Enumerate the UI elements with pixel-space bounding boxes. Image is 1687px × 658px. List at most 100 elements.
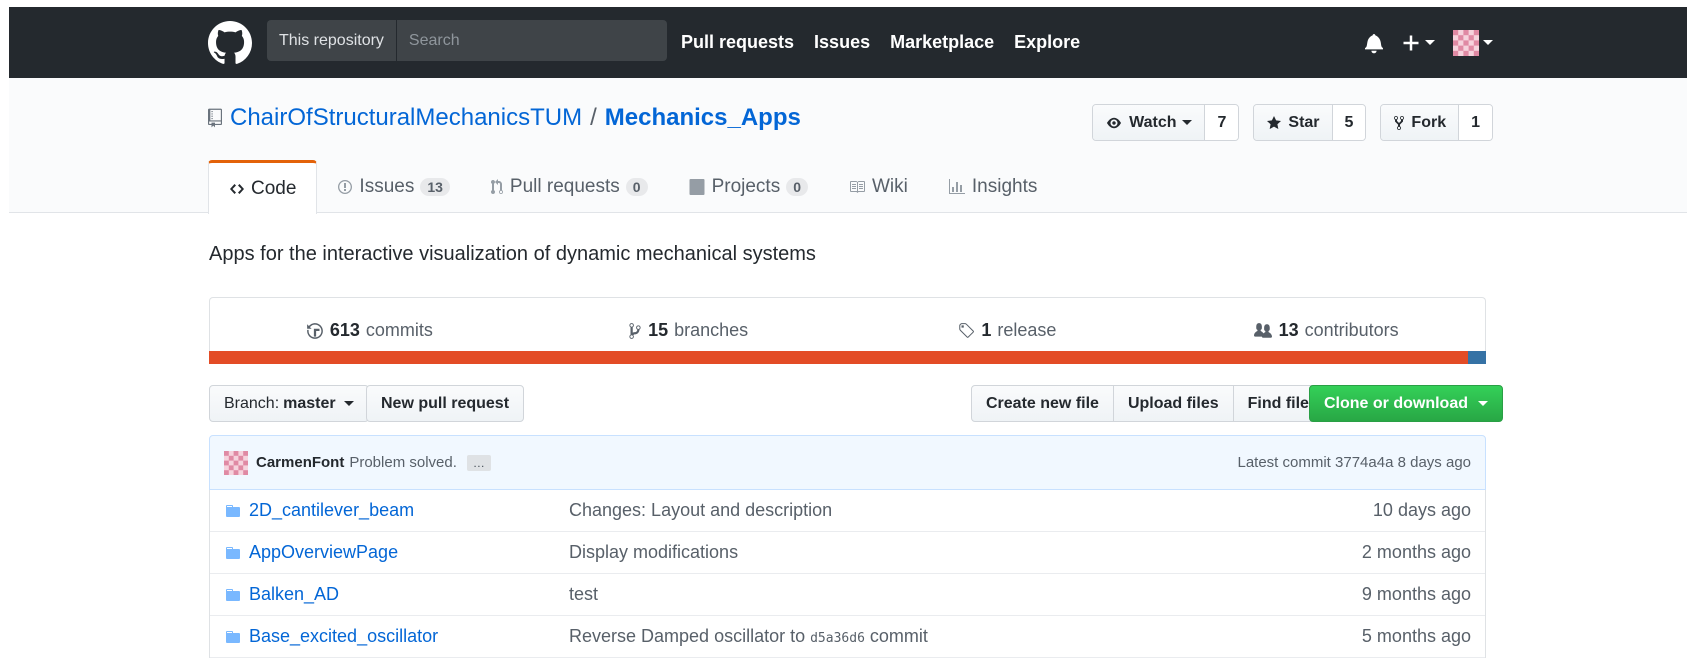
nav-pull-requests[interactable]: Pull requests <box>681 32 794 53</box>
tab-projects[interactable]: Projects 0 <box>668 160 828 213</box>
repo-icon <box>208 108 222 128</box>
message-text: Changes: Layout and description <box>569 500 833 520</box>
search-box: This repository <box>267 20 667 61</box>
create-new-file-button[interactable]: Create new file <box>971 385 1114 422</box>
global-header: This repository Pull requests Issues Mar… <box>9 7 1687 78</box>
create-new-dropdown[interactable] <box>1401 33 1435 53</box>
issues-counter: 13 <box>420 177 450 196</box>
commit-message-link[interactable]: Problem solved. <box>349 454 457 471</box>
nav-marketplace[interactable]: Marketplace <box>890 32 994 53</box>
repo-name-link[interactable]: Mechanics_Apps <box>605 104 801 132</box>
watch-group: Watch 7 <box>1092 104 1240 141</box>
contributors-label: contributors <box>1304 320 1399 340</box>
branches-label: branches <box>674 320 749 340</box>
commit-sha: d5a36d6 <box>810 631 865 646</box>
repo-title: ChairOfStructuralMechanicsTUM / Mechanic… <box>208 104 801 132</box>
issue-icon <box>338 179 353 194</box>
commit-sha-link[interactable]: 3774a4a <box>1335 454 1393 471</box>
tab-code[interactable]: Code <box>208 160 318 214</box>
header-user-actions <box>1365 7 1493 78</box>
tab-label: Code <box>251 177 297 199</box>
branches-count: 15 <box>648 320 669 340</box>
repo-description: Apps for the interactive visualization o… <box>209 243 816 265</box>
file-name-link[interactable]: Balken_AD <box>249 584 569 605</box>
star-button[interactable]: Star <box>1254 105 1333 140</box>
message-text: Display modifications <box>569 542 739 562</box>
repo-tabs: Code Issues 13 Pull requests 0 Projects … <box>208 160 1057 214</box>
graph-icon <box>948 178 965 194</box>
tab-pull-requests[interactable]: Pull requests 0 <box>470 160 668 213</box>
branch-prefix: Branch: <box>224 394 280 412</box>
fork-count[interactable]: 1 <box>1459 105 1492 140</box>
message-suffix: commit <box>864 626 928 646</box>
file-list: 2D_cantilever_beam Changes: Layout and d… <box>209 490 1486 658</box>
file-name-link[interactable]: Base_excited_oscillator <box>249 626 569 647</box>
clone-or-download-button[interactable]: Clone or download <box>1309 385 1503 422</box>
watch-button[interactable]: Watch <box>1093 105 1206 140</box>
user-menu-dropdown[interactable] <box>1453 29 1493 56</box>
new-pull-request-button[interactable]: New pull request <box>366 385 525 422</box>
search-scope-label: This repository <box>267 20 397 61</box>
avatar[interactable] <box>224 450 248 475</box>
message-text: Reverse Damped oscillator to <box>569 626 811 646</box>
file-commit-message[interactable]: Reverse Damped oscillator to d5a36d6 com… <box>569 626 1362 647</box>
table-row: 2D_cantilever_beam Changes: Layout and d… <box>210 490 1485 532</box>
tab-insights[interactable]: Insights <box>928 160 1057 213</box>
branch-select-button[interactable]: Branch: master <box>209 385 369 422</box>
search-input[interactable] <box>396 20 667 61</box>
language-bar[interactable] <box>209 351 1486 364</box>
file-age: 10 days ago <box>1372 500 1471 520</box>
projects-counter: 0 <box>786 177 808 196</box>
watch-label: Watch <box>1129 113 1177 131</box>
chevron-down-icon <box>1182 120 1193 125</box>
repo-header: ChairOfStructuralMechanicsTUM / Mechanic… <box>9 78 1687 214</box>
fork-icon <box>1394 115 1405 130</box>
repo-actions: Watch 7 Star 5 Fork 1 <box>1092 104 1493 141</box>
file-actions: Create new file Upload files Find file <box>971 385 1324 422</box>
commit-author-link[interactable]: CarmenFont <box>256 454 344 471</box>
project-icon <box>689 178 705 195</box>
folder-icon <box>226 588 240 601</box>
bell-icon[interactable] <box>1365 32 1383 54</box>
file-commit-message[interactable]: Display modifications <box>569 542 1362 563</box>
tab-label: Projects <box>711 175 781 197</box>
star-label: Star <box>1288 113 1320 131</box>
book-icon <box>850 180 865 193</box>
tag-icon <box>959 322 975 338</box>
folder-icon <box>226 504 240 517</box>
file-name-link[interactable]: 2D_cantilever_beam <box>249 500 569 521</box>
branch-name: master <box>283 394 336 412</box>
watch-count[interactable]: 7 <box>1205 105 1239 140</box>
table-row: Base_excited_oscillator Reverse Damped o… <box>210 616 1485 658</box>
star-group: Star 5 <box>1253 104 1367 141</box>
expand-commit-button[interactable]: … <box>466 454 491 471</box>
chevron-down-icon <box>1483 40 1493 45</box>
avatar <box>1453 29 1479 56</box>
nav-issues[interactable]: Issues <box>814 32 870 53</box>
fork-button[interactable]: Fork <box>1381 105 1460 140</box>
tab-issues[interactable]: Issues 13 <box>317 160 470 213</box>
file-age: 2 months ago <box>1361 542 1471 562</box>
repo-owner-link[interactable]: ChairOfStructuralMechanicsTUM <box>230 104 582 132</box>
file-commit-message[interactable]: Changes: Layout and description <box>569 500 1373 521</box>
people-icon <box>1253 322 1272 338</box>
contributors-count: 13 <box>1278 320 1299 340</box>
commit-age: 8 days ago <box>1397 454 1471 471</box>
github-logo-icon[interactable] <box>208 21 252 65</box>
file-commit-message[interactable]: test <box>569 584 1362 605</box>
table-row: Balken_AD test 9 months ago <box>210 574 1485 616</box>
nav-explore[interactable]: Explore <box>1014 32 1080 53</box>
commits-count: 613 <box>329 320 360 340</box>
star-count[interactable]: 5 <box>1332 105 1366 140</box>
tab-label: Pull requests <box>509 175 620 197</box>
upload-files-button[interactable]: Upload files <box>1112 385 1234 422</box>
fork-label: Fork <box>1411 113 1447 131</box>
tab-wiki[interactable]: Wiki <box>828 160 928 213</box>
plus-icon <box>1403 35 1419 50</box>
language-segment <box>1468 351 1486 364</box>
tab-label: Wiki <box>872 175 908 197</box>
file-name-link[interactable]: AppOverviewPage <box>249 542 569 563</box>
history-icon <box>306 322 323 339</box>
pull-request-icon <box>490 178 503 194</box>
tab-label: Insights <box>971 175 1038 197</box>
